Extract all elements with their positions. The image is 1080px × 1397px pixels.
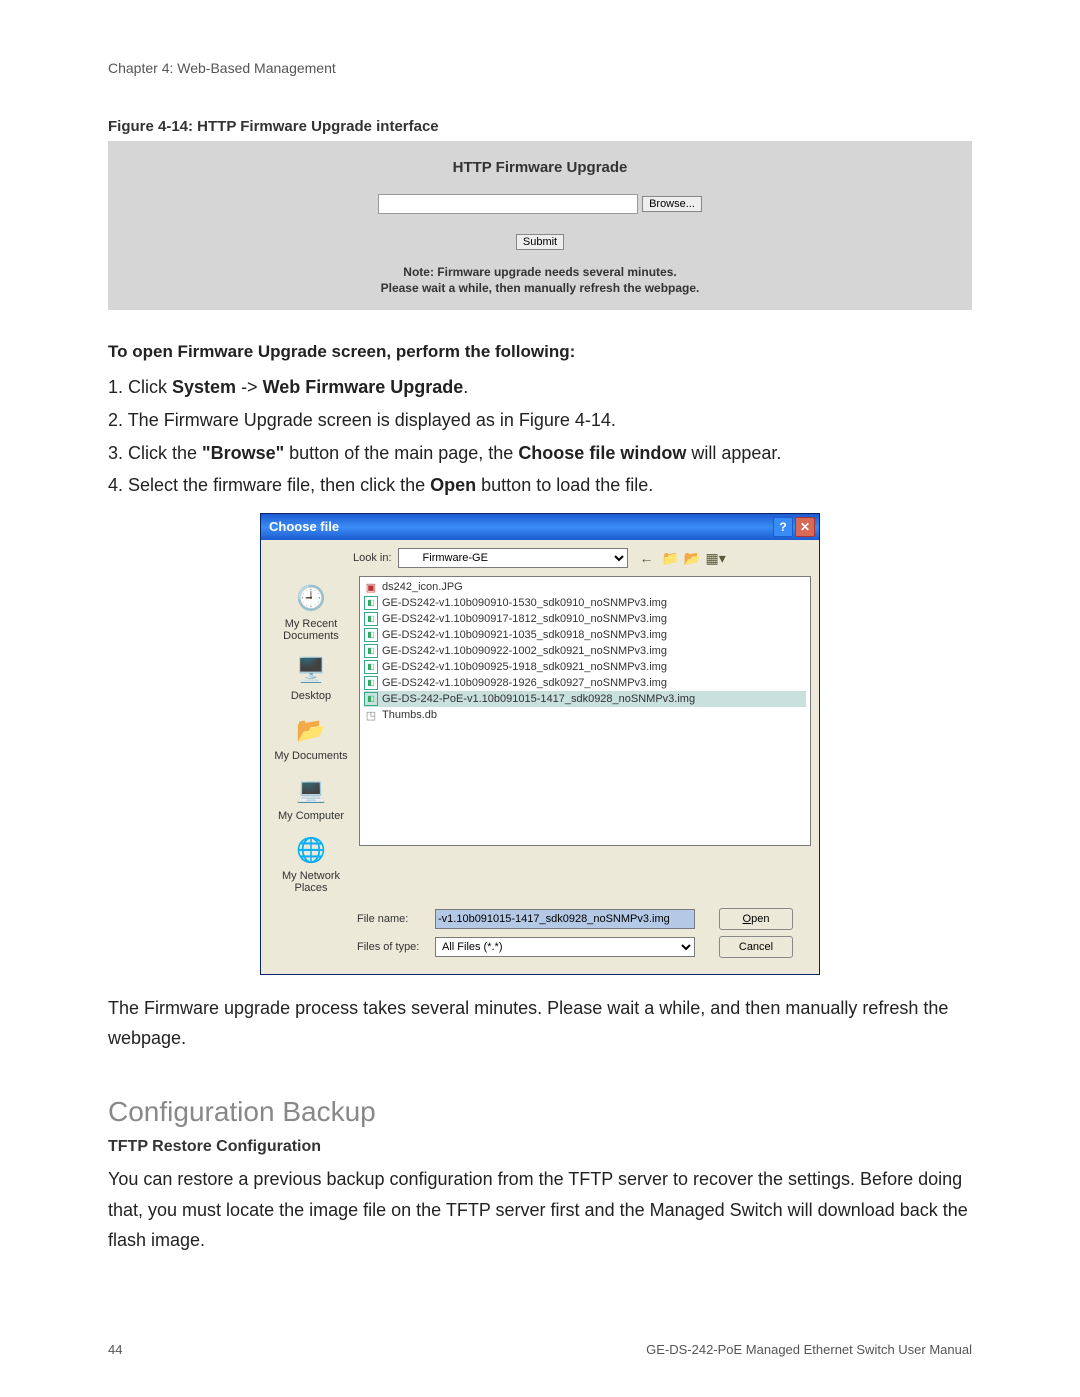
figure-caption: Figure 4-14: HTTP Firmware Upgrade inter… [108, 118, 972, 135]
img-icon: ◧ [364, 644, 378, 658]
step-1: 1. Click System -> Web Firmware Upgrade. [108, 372, 972, 403]
list-item[interactable]: ◧GE-DS242-v1.10b090917-1812_sdk0910_noSN… [364, 611, 806, 627]
list-item[interactable]: ◳Thumbs.db [364, 707, 806, 723]
step-3: 3. Click the "Browse" button of the main… [108, 438, 972, 469]
document-title-footer: GE-DS-242-PoE Managed Ethernet Switch Us… [646, 1342, 972, 1357]
section-title: To open Firmware Upgrade screen, perform… [108, 342, 972, 362]
network-icon: 🌐 [294, 834, 328, 868]
open-button[interactable]: Open [719, 908, 793, 930]
list-item-selected[interactable]: ◧GE-DS-242-PoE-v1.10b091015-1417_sdk0928… [364, 691, 806, 707]
new-folder-icon[interactable]: 📂 [684, 550, 700, 566]
desktop-icon: 🖥️ [294, 654, 328, 688]
img-icon: ◧ [364, 676, 378, 690]
mydocs-icon: 📂 [294, 714, 328, 748]
up-folder-icon[interactable]: 📁 [662, 550, 678, 566]
page-number: 44 [108, 1342, 122, 1357]
img-icon: ◧ [364, 612, 378, 626]
help-icon[interactable]: ? [773, 517, 793, 537]
filename-label: File name: [357, 913, 427, 925]
submit-button[interactable]: Submit [516, 234, 564, 250]
img-icon: ◧ [364, 628, 378, 642]
list-item[interactable]: ◧GE-DS242-v1.10b090928-1926_sdk0927_noSN… [364, 675, 806, 691]
step-2: 2. The Firmware Upgrade screen is displa… [108, 405, 972, 436]
choose-file-dialog: Choose file ? ✕ Look in: Firmware-GE ← 📁… [260, 513, 820, 975]
chapter-header: Chapter 4: Web-Based Management [108, 60, 972, 76]
filetype-dropdown[interactable]: All Files (*.*) [435, 937, 695, 957]
file-list[interactable]: ▣ds242_icon.JPG ◧GE-DS242-v1.10b090910-1… [359, 576, 811, 846]
list-item[interactable]: ◧GE-DS242-v1.10b090922-1002_sdk0921_noSN… [364, 643, 806, 659]
tftp-paragraph: You can restore a previous backup config… [108, 1164, 972, 1256]
sidebar-item-desktop[interactable]: 🖥️ Desktop [269, 654, 353, 702]
firmware-path-input[interactable] [378, 194, 638, 214]
step-4: 4. Select the firmware file, then click … [108, 470, 972, 501]
list-item[interactable]: ▣ds242_icon.JPG [364, 579, 806, 595]
img-icon: ◧ [364, 660, 378, 674]
subheading-tftp: TFTP Restore Configuration [108, 1138, 972, 1156]
filename-input[interactable] [435, 909, 695, 929]
http-panel-title: HTTP Firmware Upgrade [108, 159, 972, 176]
lookin-label: Look in: [353, 552, 392, 564]
db-icon: ◳ [364, 708, 378, 722]
upgrade-note-line1: Note: Firmware upgrade needs several min… [108, 264, 972, 280]
views-icon[interactable]: ▦▾ [706, 550, 722, 566]
back-icon[interactable]: ← [640, 550, 656, 566]
jpg-icon: ▣ [364, 580, 378, 594]
sidebar-item-mydocs[interactable]: 📂 My Documents [269, 714, 353, 762]
list-item[interactable]: ◧GE-DS242-v1.10b090921-1035_sdk0918_noSN… [364, 627, 806, 643]
upgrade-note-line2: Please wait a while, then manually refre… [108, 280, 972, 296]
img-icon: ◧ [364, 596, 378, 610]
browse-button[interactable]: Browse... [642, 196, 702, 212]
post-dialog-text: The Firmware upgrade process takes sever… [108, 993, 972, 1054]
places-sidebar: 🕘 My Recent Documents 🖥️ Desktop 📂 My Do… [269, 576, 353, 894]
sidebar-item-network[interactable]: 🌐 My Network Places [269, 834, 353, 894]
sidebar-item-recent[interactable]: 🕘 My Recent Documents [269, 582, 353, 642]
dialog-title: Choose file [269, 519, 339, 534]
sidebar-item-mycomputer[interactable]: 💻 My Computer [269, 774, 353, 822]
computer-icon: 💻 [294, 774, 328, 808]
filetype-label: Files of type: [357, 941, 427, 953]
close-icon[interactable]: ✕ [795, 517, 815, 537]
cancel-button[interactable]: Cancel [719, 936, 793, 958]
img-icon: ◧ [364, 692, 378, 706]
recent-icon: 🕘 [294, 582, 328, 616]
http-firmware-panel: HTTP Firmware Upgrade Browse... Submit N… [108, 141, 972, 310]
lookin-dropdown[interactable]: Firmware-GE [398, 548, 628, 568]
list-item[interactable]: ◧GE-DS242-v1.10b090925-1918_sdk0921_noSN… [364, 659, 806, 675]
list-item[interactable]: ◧GE-DS242-v1.10b090910-1530_sdk0910_noSN… [364, 595, 806, 611]
section-heading-backup: Configuration Backup [108, 1096, 972, 1128]
